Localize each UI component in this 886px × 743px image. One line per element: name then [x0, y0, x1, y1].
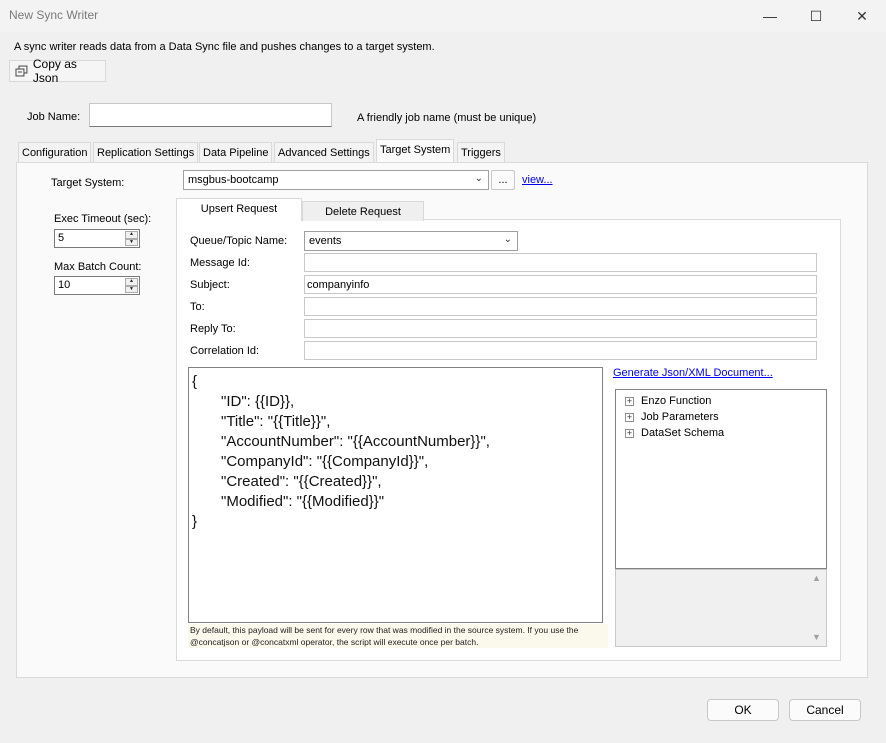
copy-icon: [15, 65, 28, 76]
editor-line: "Created": "{{Created}}",: [221, 473, 382, 490]
close-button[interactable]: ✕: [839, 0, 885, 32]
close-icon: ✕: [856, 7, 868, 24]
queue-select[interactable]: events ⌄: [304, 231, 518, 251]
tree-item-enzo-function[interactable]: + Enzo Function: [625, 393, 711, 409]
minimize-button[interactable]: —: [747, 0, 793, 32]
reply-to-label: Reply To:: [190, 323, 236, 335]
ok-button[interactable]: OK: [707, 699, 779, 721]
target-system-value: msgbus-bootcamp: [188, 174, 279, 186]
editor-line: "Modified": "{{Modified}}": [221, 493, 385, 510]
exec-timeout-label: Exec Timeout (sec):: [54, 213, 152, 225]
message-id-label: Message Id:: [190, 257, 250, 269]
tab-delete-request[interactable]: Delete Request: [302, 201, 424, 221]
target-browse-button[interactable]: ...: [491, 170, 515, 190]
reply-to-input[interactable]: [304, 319, 817, 338]
tree-item-job-parameters[interactable]: + Job Parameters: [625, 409, 719, 425]
subject-input[interactable]: [304, 275, 817, 294]
job-name-hint: A friendly job name (must be unique): [357, 112, 537, 124]
editor-line: }: [192, 513, 198, 530]
spin-up-icon[interactable]: ▲: [125, 231, 138, 239]
queue-label: Queue/Topic Name:: [190, 235, 288, 247]
scroll-up-icon[interactable]: ▲: [812, 573, 821, 583]
payload-editor[interactable]: { "ID": {{ID}}, "Title": "{{Title}}", "A…: [188, 367, 603, 623]
tab-target-system[interactable]: Target System: [376, 139, 455, 163]
tab-advanced-settings[interactable]: Advanced Settings: [274, 142, 374, 162]
scroll-down-icon[interactable]: ▼: [812, 632, 821, 642]
max-batch-spinner[interactable]: 10 ▲ ▼: [54, 276, 140, 295]
to-input[interactable]: [304, 297, 817, 316]
correlation-id-input[interactable]: [304, 341, 817, 360]
tab-configuration[interactable]: Configuration: [18, 142, 92, 162]
tab-upsert-request[interactable]: Upsert Request: [176, 198, 302, 221]
job-name-label: Job Name:: [27, 111, 81, 123]
target-system-label: Target System:: [51, 177, 125, 189]
job-name-input[interactable]: [89, 103, 332, 127]
cancel-button[interactable]: Cancel: [789, 699, 861, 721]
editor-line: "Title": "{{Title}}",: [221, 413, 331, 430]
property-grid[interactable]: ▲ ▼: [615, 569, 827, 647]
editor-line: "ID": {{ID}},: [221, 393, 295, 410]
expand-icon[interactable]: +: [625, 396, 634, 406]
maximize-button[interactable]: ☐: [793, 0, 839, 32]
spin-down-icon[interactable]: ▼: [125, 285, 138, 293]
target-system-select[interactable]: msgbus-bootcamp ⌄: [183, 170, 489, 190]
tab-replication-settings[interactable]: Replication Settings: [93, 142, 199, 162]
spin-down-icon[interactable]: ▼: [125, 238, 138, 246]
window-title: New Sync Writer: [9, 8, 99, 22]
copy-as-json-label: Copy as Json: [32, 57, 77, 85]
maximize-icon: ☐: [809, 7, 823, 24]
tab-data-pipeline[interactable]: Data Pipeline: [199, 142, 273, 162]
message-id-input[interactable]: [304, 253, 817, 272]
variables-tree[interactable]: + Enzo Function + Job Parameters + DataS…: [615, 389, 827, 569]
generate-document-link[interactable]: Generate Json/XML Document...: [613, 367, 773, 379]
exec-timeout-spinner[interactable]: 5 ▲ ▼: [54, 229, 140, 248]
max-batch-label: Max Batch Count:: [54, 261, 142, 273]
chevron-down-icon: ⌄: [474, 173, 483, 184]
editor-line: {: [192, 373, 198, 390]
expand-icon[interactable]: +: [625, 412, 634, 422]
minimize-icon: —: [763, 8, 777, 24]
max-batch-value: 10: [58, 279, 71, 291]
view-link[interactable]: view...: [522, 174, 553, 186]
editor-line: "CompanyId": "{{CompanyId}}",: [221, 453, 429, 470]
property-grid-scrollbar[interactable]: ▲ ▼: [809, 570, 826, 646]
chevron-down-icon: ⌄: [503, 234, 512, 245]
subject-label: Subject:: [190, 279, 230, 291]
to-label: To:: [190, 301, 205, 313]
tree-item-dataset-schema[interactable]: + DataSet Schema: [625, 425, 724, 441]
spin-up-icon[interactable]: ▲: [125, 278, 138, 286]
description-text: A sync writer reads data from a Data Syn…: [14, 41, 435, 53]
expand-icon[interactable]: +: [625, 428, 634, 438]
correlation-id-label: Correlation Id:: [190, 345, 260, 357]
payload-note: By default, this payload will be sent fo…: [188, 624, 608, 648]
copy-as-json-button[interactable]: Copy as Json: [9, 57, 106, 85]
exec-timeout-value: 5: [58, 232, 65, 244]
editor-line: "AccountNumber": "{{AccountNumber}}",: [221, 433, 490, 450]
queue-value: events: [309, 235, 342, 247]
tab-triggers[interactable]: Triggers: [457, 142, 505, 162]
